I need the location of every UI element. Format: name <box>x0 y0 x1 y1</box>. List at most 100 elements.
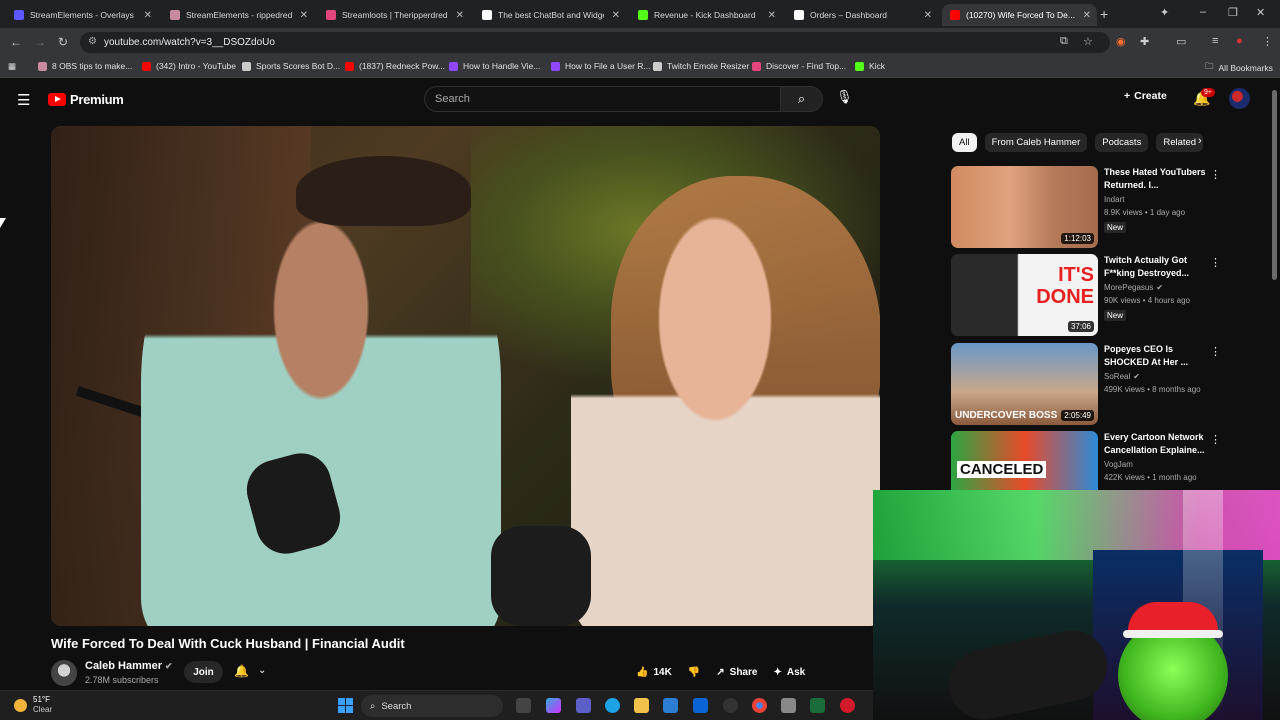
edge-icon[interactable] <box>605 698 620 713</box>
search-input[interactable]: Search <box>424 86 781 112</box>
browser-tab[interactable]: StreamElements - rippedredne... ✕ <box>162 4 314 26</box>
tab-close-icon[interactable]: ✕ <box>924 10 932 21</box>
microphone-icon[interactable]: 🎙 <box>836 89 853 105</box>
bookmark-item[interactable]: Kick <box>855 61 885 71</box>
video-thumbnail[interactable]: UNDERCOVER BOSS 2:05:49 <box>951 343 1098 425</box>
tab-close-icon[interactable]: ✕ <box>612 10 620 21</box>
media-icon[interactable]: ≡ <box>1212 35 1218 47</box>
profile-avatar-icon[interactable]: ● <box>1236 35 1243 47</box>
taskbar-search[interactable]: ⌕ Search <box>361 695 503 717</box>
weather-widget[interactable]: 51°F Clear <box>14 695 52 715</box>
bookmark-item[interactable]: How to Handle Vie... <box>449 61 540 71</box>
store-icon[interactable] <box>663 698 678 713</box>
forward-icon[interactable]: → <box>34 35 46 49</box>
tab-close-icon[interactable]: ✕ <box>768 10 776 21</box>
rec-channel[interactable]: SoReal ✔ <box>1104 372 1140 381</box>
rec-title[interactable]: These Hated YouTubers Returned. I... <box>1104 166 1208 192</box>
rec-title[interactable]: Twitch Actually Got F**king Destroyed... <box>1104 254 1208 280</box>
video-thumbnail[interactable]: IT'S DONE 37:06 <box>951 254 1098 336</box>
extensions-puzzle-icon[interactable]: ✚ <box>1140 35 1149 48</box>
page-scrollbar[interactable] <box>1272 90 1277 280</box>
recommendation-item[interactable]: 1:12:03 These Hated YouTubers Returned. I… <box>951 166 1221 248</box>
chevron-down-icon[interactable]: ⌄ <box>258 665 266 676</box>
dislike-button[interactable]: 👎 <box>688 667 700 678</box>
site-info-icon[interactable]: ⚙ <box>88 36 97 47</box>
address-bar[interactable]: ⚙ youtube.com/watch?v=3__DSOZdoUo <box>80 32 1110 53</box>
rec-channel[interactable]: MorePegasus ✔ <box>1104 283 1163 292</box>
profile-icon[interactable]: ✦ <box>1160 6 1169 19</box>
all-bookmarks[interactable]: 🗀 All Bookmarks <box>1205 61 1273 75</box>
rec-title[interactable]: Every Cartoon Network Cancellation Expla… <box>1104 431 1208 457</box>
obs-icon[interactable] <box>723 698 738 713</box>
more-options-icon[interactable]: ⋮ <box>1210 345 1221 358</box>
share-button[interactable]: ↗ Share <box>716 667 757 678</box>
video-thumbnail[interactable]: 1:12:03 <box>951 166 1098 248</box>
youtube-logo[interactable]: Premium <box>48 92 124 107</box>
filter-chip[interactable]: From Caleb Hammer <box>984 132 1088 152</box>
back-icon[interactable]: ← <box>10 35 22 49</box>
create-button[interactable]: + Create <box>1124 90 1167 102</box>
bookmark-item[interactable]: 8 OBS tips to make... <box>38 61 132 71</box>
new-tab-button[interactable]: + <box>1100 6 1108 22</box>
install-icon[interactable]: ⧉ <box>1060 35 1068 48</box>
rec-channel[interactable]: VogJam <box>1104 460 1133 469</box>
minimize-icon[interactable]: – <box>1200 6 1206 18</box>
bookmark-item[interactable]: Sports Scores Bot D... <box>242 61 340 71</box>
rec-channel[interactable]: Indart <box>1104 195 1124 204</box>
account-avatar[interactable] <box>1229 88 1250 109</box>
bookmark-item[interactable]: (342) Intro - YouTube <box>142 61 236 71</box>
apps-icon[interactable]: ▦ <box>8 61 16 72</box>
more-options-icon[interactable]: ⋮ <box>1210 433 1221 446</box>
browser-tab[interactable]: StreamElements - Overlays ✕ <box>6 4 158 26</box>
bookmark-star-icon[interactable]: ☆ <box>1083 35 1093 48</box>
close-window-icon[interactable]: ✕ <box>1256 6 1265 19</box>
video-player[interactable] <box>51 126 880 626</box>
browser-tab[interactable]: (10270) Wife Forced To De... ✕ <box>942 4 1097 26</box>
browser-tab[interactable]: Orders – Dashboard ✕ <box>786 4 938 26</box>
rec-title[interactable]: Popeyes CEO Is SHOCKED At Her ... <box>1104 343 1208 369</box>
hamburger-menu-icon[interactable]: ☰ <box>17 91 30 109</box>
verified-icon: ✔ <box>1156 283 1164 292</box>
tab-close-icon[interactable]: ✕ <box>456 10 464 21</box>
filter-chip[interactable]: Podcasts <box>1095 132 1149 152</box>
tab-close-icon[interactable]: ✕ <box>1083 10 1091 21</box>
recommendation-item[interactable]: IT'S DONE 37:06 Twitch Actually Got F**kin… <box>951 254 1221 336</box>
copilot-icon[interactable] <box>546 698 561 713</box>
app-icon[interactable] <box>840 698 855 713</box>
bookmark-item[interactable]: (1837) Redneck Pow... <box>345 61 445 71</box>
search-button[interactable]: ⌕ <box>781 86 823 112</box>
bookmark-item[interactable]: How to File a User R... <box>551 61 651 71</box>
channel-name[interactable]: Caleb Hammer ✔ <box>85 660 173 672</box>
windows-start-icon[interactable] <box>338 698 353 713</box>
app-icon[interactable] <box>810 698 825 713</box>
bookmark-item[interactable]: Twitch Emote Resizer <box>653 61 749 71</box>
ask-button[interactable]: ✦ Ask <box>773 667 805 678</box>
filter-chip[interactable]: All <box>952 132 977 152</box>
channel-avatar[interactable] <box>51 660 77 686</box>
chrome-menu-icon[interactable]: ⋮ <box>1262 35 1273 48</box>
outlook-icon[interactable] <box>693 698 708 713</box>
recommendation-item[interactable]: UNDERCOVER BOSS 2:05:49 Popeyes CEO Is SHO… <box>951 343 1221 425</box>
subscribe-bell-icon[interactable]: 🔔 <box>234 664 249 678</box>
task-view-icon[interactable] <box>516 698 531 713</box>
browser-tab[interactable]: The best ChatBot and Widgets... ✕ <box>474 4 626 26</box>
browser-tab[interactable]: Streamloots | Theripperdredne... ✕ <box>318 4 470 26</box>
like-button[interactable]: 👍 14K <box>636 667 672 678</box>
more-options-icon[interactable]: ⋮ <box>1210 256 1221 269</box>
file-explorer-icon[interactable] <box>634 698 649 713</box>
maximize-icon[interactable]: ❐ <box>1228 6 1238 19</box>
chrome-icon[interactable] <box>752 698 767 713</box>
browser-tab[interactable]: Revenue - Kick Dashboard ✕ <box>630 4 782 26</box>
bookmark-item[interactable]: Discover - Find Top... <box>752 61 846 71</box>
join-button[interactable]: Join <box>184 661 223 683</box>
tab-close-icon[interactable]: ✕ <box>300 10 308 21</box>
app-icon[interactable] <box>781 698 796 713</box>
teams-icon[interactable] <box>576 698 591 713</box>
chevron-right-icon[interactable]: › <box>1198 135 1202 147</box>
extension-icon[interactable]: ◉ <box>1116 35 1126 48</box>
side-panel-icon[interactable]: ▭ <box>1176 35 1186 48</box>
more-options-icon[interactable]: ⋮ <box>1210 168 1221 181</box>
filter-chip[interactable]: Related <box>1156 132 1204 152</box>
reload-icon[interactable]: ↻ <box>58 35 68 49</box>
tab-close-icon[interactable]: ✕ <box>144 10 152 21</box>
